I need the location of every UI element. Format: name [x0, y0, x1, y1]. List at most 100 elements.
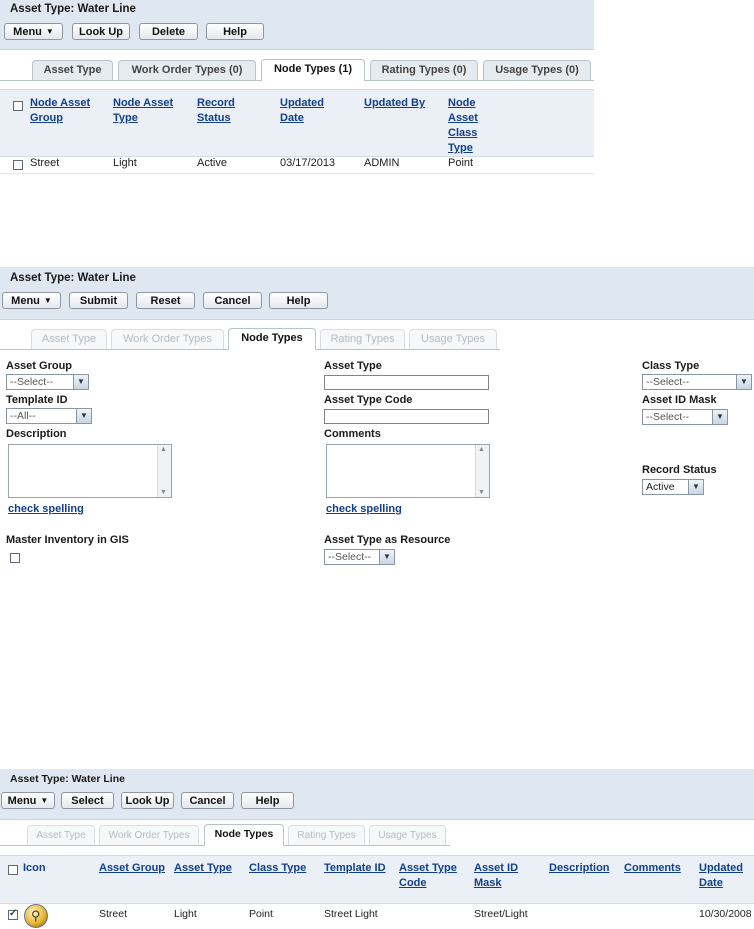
col-asset-type-code[interactable]: Asset Type Code	[399, 861, 457, 891]
help-button[interactable]: Help	[241, 792, 294, 809]
scroll-down-icon: ▼	[160, 489, 167, 496]
col-record-status[interactable]: Record Status	[197, 96, 235, 126]
submit-button[interactable]: Submit	[69, 292, 128, 309]
panel-node-type-form: Asset Type: Water Line Menu ▼ Submit Rese…	[0, 267, 754, 577]
delete-button[interactable]: Delete	[139, 23, 198, 40]
menu-button[interactable]: Menu ▼	[1, 792, 55, 809]
asset-id-mask-label: Asset ID Mask	[642, 394, 717, 406]
template-id-label: Template ID	[6, 394, 68, 406]
help-button[interactable]: Help	[206, 23, 264, 40]
col-updated-date[interactable]: Updated Date	[280, 96, 324, 126]
scroll-up-icon: ▲	[478, 446, 485, 453]
tab-asset-type[interactable]: Asset Type	[27, 825, 95, 845]
reset-button[interactable]: Reset	[136, 292, 195, 309]
tab-node-types[interactable]: Node Types (1)	[261, 59, 365, 81]
help-button[interactable]: Help	[269, 292, 328, 309]
panel1-tabbar: Asset Type Work Order Types (0) Node Typ…	[0, 59, 594, 81]
check-spelling-description-link[interactable]: check spelling	[8, 503, 84, 515]
lookup-button[interactable]: Look Up	[121, 792, 174, 809]
tab-usage-types[interactable]: Usage Types (0)	[483, 60, 591, 80]
tab-rating-types[interactable]: Rating Types	[288, 825, 365, 845]
col-asset-group[interactable]: Asset Group	[99, 861, 165, 876]
panel2-header: Asset Type: Water Line Menu ▼ Submit Rese…	[0, 267, 754, 320]
tab-usage-types[interactable]: Usage Types	[409, 329, 497, 349]
cancel-button[interactable]: Cancel	[203, 292, 262, 309]
tab-node-types[interactable]: Node Types	[228, 328, 316, 350]
panel1-header: Asset Type: Water Line Menu ▼ Look Up Del…	[0, 0, 594, 50]
row-checkbox[interactable]	[8, 908, 18, 920]
tab-rating-types[interactable]: Rating Types (0)	[370, 60, 478, 80]
scroll-down-icon: ▼	[478, 489, 485, 496]
record-status-select[interactable]: Active ▼	[642, 479, 704, 495]
menu-button[interactable]: Menu ▼	[2, 292, 61, 309]
row-checkbox[interactable]	[13, 160, 23, 170]
scrollbar[interactable]: ▲ ▼	[157, 445, 171, 497]
tab-work-order-types[interactable]: Work Order Types	[99, 825, 199, 845]
col-description[interactable]: Description	[549, 861, 610, 876]
select-all-checkbox[interactable]	[13, 101, 23, 111]
tab-usage-types[interactable]: Usage Types	[369, 825, 446, 845]
asset-group-select[interactable]: --Select-- ▼	[6, 374, 89, 390]
col-asset-type[interactable]: Asset Type	[174, 861, 232, 876]
scroll-up-icon: ▲	[160, 446, 167, 453]
col-node-asset-group[interactable]: Node Asset Group	[30, 96, 90, 126]
page-title: Asset Type: Water Line	[10, 272, 136, 284]
tab-work-order-types[interactable]: Work Order Types	[111, 329, 224, 349]
chevron-down-icon: ▼	[73, 375, 88, 389]
cell-updated-by: ADMIN	[364, 157, 400, 169]
chevron-down-icon: ▼	[379, 550, 394, 564]
col-updated-date[interactable]: Updated Date	[699, 861, 743, 891]
asset-type-label: Asset Type	[324, 360, 382, 372]
tab-asset-type[interactable]: Asset Type	[32, 60, 113, 80]
table-row[interactable]: Street Light Active 03/17/2013 ADMIN Poi…	[0, 155, 594, 174]
col-template-id[interactable]: Template ID	[324, 861, 386, 876]
cell-type: Light	[113, 157, 137, 169]
scrollbar[interactable]: ▲ ▼	[475, 445, 489, 497]
panel2-tabbar: Asset Type Work Order Types Node Types R…	[0, 328, 500, 350]
cell-status: Active	[197, 157, 227, 169]
cell-updated-date: 10/30/2008	[699, 908, 752, 920]
panel-node-type-lookup: Asset Type: Water Line Menu ▼ Select Look…	[0, 769, 754, 929]
description-textarea[interactable]: ▲ ▼	[8, 444, 172, 498]
asset-group-label: Asset Group	[6, 360, 73, 372]
col-class-type[interactable]: Class Type	[249, 861, 306, 876]
chevron-down-icon: ▼	[76, 409, 91, 423]
panel-node-types-list: Asset Type: Water Line Menu ▼ Look Up Del…	[0, 0, 594, 180]
col-asset-id-mask[interactable]: Asset ID Mask	[474, 861, 518, 891]
tab-asset-type[interactable]: Asset Type	[31, 329, 107, 349]
menu-button[interactable]: Menu ▼	[4, 23, 63, 40]
asset-type-code-input[interactable]	[324, 409, 489, 424]
cell-class-type: Point	[448, 157, 474, 169]
col-updated-by[interactable]: Updated By	[364, 96, 425, 111]
tab-node-types[interactable]: Node Types	[204, 824, 284, 846]
table-row[interactable]: ⚲ Street Light Point Street Light Street…	[0, 902, 754, 929]
lookup-button[interactable]: Look Up	[72, 23, 130, 40]
col-node-asset-class-type[interactable]: Node Asset Class Type	[448, 96, 478, 156]
asset-type-input[interactable]	[324, 375, 489, 390]
tab-work-order-types[interactable]: Work Order Types (0)	[118, 60, 256, 80]
template-id-select[interactable]: --All-- ▼	[6, 408, 92, 424]
select-button[interactable]: Select	[61, 792, 114, 809]
class-type-select[interactable]: --Select-- ▼	[642, 374, 752, 390]
panel3-grid-header: Icon Asset Group Asset Type Class Type T…	[0, 855, 754, 904]
check-spelling-comments-link[interactable]: check spelling	[326, 503, 402, 515]
cell-updated-date: 03/17/2013	[280, 157, 336, 169]
cancel-button[interactable]: Cancel	[181, 792, 234, 809]
panel1-grid-header: Node Asset Group Node Asset Type Record Sta…	[0, 89, 594, 157]
col-node-asset-type[interactable]: Node Asset Type	[113, 96, 173, 126]
master-inventory-label: Master Inventory in GIS	[6, 534, 129, 546]
chevron-down-icon: ▼	[688, 480, 703, 494]
record-status-label: Record Status	[642, 464, 717, 476]
tab-rating-types[interactable]: Rating Types	[320, 329, 405, 349]
panel3-header: Asset Type: Water Line Menu ▼ Select Look…	[0, 769, 754, 820]
comments-textarea[interactable]: ▲ ▼	[326, 444, 490, 498]
cell-group: Street	[30, 157, 60, 169]
master-inventory-checkbox[interactable]	[10, 553, 20, 563]
page-title: Asset Type: Water Line	[10, 773, 125, 785]
select-all-checkbox[interactable]	[8, 865, 18, 875]
asset-type-resource-select[interactable]: --Select-- ▼	[324, 549, 395, 565]
col-comments[interactable]: Comments	[624, 861, 681, 876]
asset-id-mask-select[interactable]: --Select-- ▼	[642, 409, 728, 425]
page-title: Asset Type: Water Line	[10, 3, 136, 15]
col-icon[interactable]: Icon	[23, 861, 46, 876]
